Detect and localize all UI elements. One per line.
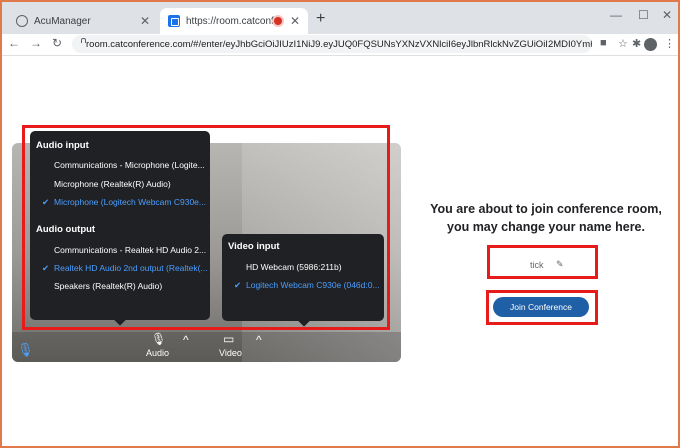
profile-icon[interactable]: [644, 38, 657, 51]
url-text: room.catconference.com/#/enter/eyJhbGciO…: [86, 38, 592, 50]
new-tab-button[interactable]: +: [316, 10, 325, 28]
menu-icon[interactable]: ⋮: [664, 37, 675, 50]
tab-title: https://room.catconference.: [186, 15, 274, 27]
close-icon[interactable]: ✕: [138, 14, 152, 28]
tab-acumanager[interactable]: AcuManager ✕: [8, 8, 158, 34]
browser-toolbar: ← → ↻ room.catconference.com/#/enter/eyJ…: [2, 34, 678, 56]
extensions-icon[interactable]: ✱: [632, 37, 641, 50]
video-chevron-up-icon[interactable]: ^: [256, 333, 262, 347]
star-icon[interactable]: ☆: [618, 37, 628, 50]
back-icon[interactable]: ←: [8, 36, 20, 50]
reload-icon[interactable]: ↻: [52, 36, 62, 50]
mic-status-icon[interactable]: 🎙: [17, 342, 34, 358]
close-icon[interactable]: ✕: [288, 14, 302, 28]
media-control-bar: 🎙 Audio ^ ▭ Video ^: [12, 332, 401, 362]
catconference-icon: [168, 15, 180, 27]
tab-title: AcuManager: [34, 15, 91, 27]
highlight-box-devices: [22, 125, 390, 330]
audio-chevron-up-icon[interactable]: ^: [183, 333, 189, 347]
maximize-icon[interactable]: ☐: [638, 8, 649, 22]
globe-icon: [16, 15, 28, 27]
forward-icon[interactable]: →: [30, 36, 42, 50]
join-heading-line2: you may change your name here.: [447, 220, 645, 234]
minimize-icon[interactable]: —: [610, 8, 622, 22]
edit-icon[interactable]: ✎: [556, 259, 564, 270]
video-camera-icon[interactable]: ▭: [223, 332, 234, 346]
address-bar[interactable]: room.catconference.com/#/enter/eyJhbGciO…: [72, 35, 592, 53]
join-heading: You are about to join conference room, y…: [414, 200, 678, 236]
join-heading-line1: You are about to join conference room,: [430, 202, 662, 216]
display-name[interactable]: tick: [530, 260, 544, 270]
close-window-icon[interactable]: ✕: [662, 8, 672, 22]
recording-icon: [274, 17, 282, 25]
tab-catconference[interactable]: https://room.catconference. ✕: [160, 8, 308, 34]
audio-label: Audio: [146, 348, 170, 358]
tab-strip: AcuManager ✕ https://room.catconference.…: [2, 2, 678, 34]
video-label: Video: [219, 348, 242, 358]
join-conference-button[interactable]: Join Conference: [493, 297, 589, 317]
microphone-icon[interactable]: 🎙: [151, 332, 166, 346]
camera-icon[interactable]: ■: [600, 37, 607, 49]
